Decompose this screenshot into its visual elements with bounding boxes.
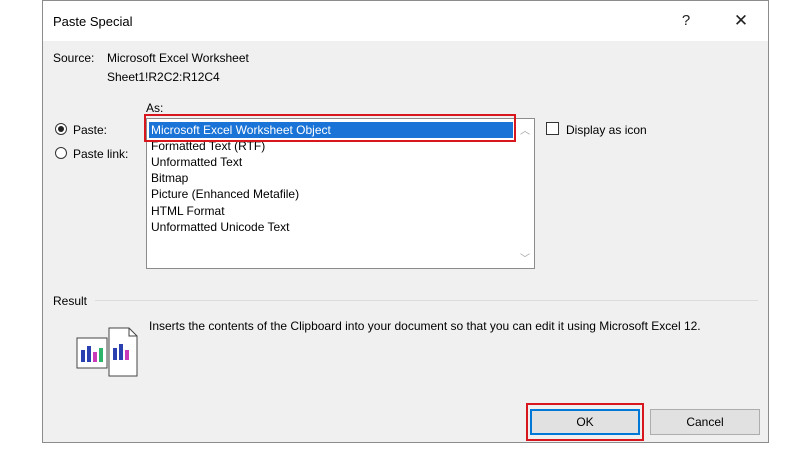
paste-object-icon [76, 327, 138, 377]
cancel-button[interactable]: Cancel [650, 409, 760, 435]
paste-special-dialog: Paste Special ? ✕ Source: Microsoft Exce… [42, 0, 769, 443]
as-label: As: [146, 101, 164, 115]
result-label: Result [53, 294, 92, 308]
source-range: Sheet1!R2C2:R12C4 [107, 70, 220, 84]
list-item[interactable]: Picture (Enhanced Metafile) [149, 186, 299, 202]
chevron-down-icon[interactable]: ﹀ [520, 250, 530, 265]
chevron-up-icon[interactable]: ︿ [520, 122, 530, 137]
title-bar: Paste Special ? ✕ [43, 1, 768, 41]
display-as-icon-checkbox[interactable] [546, 122, 559, 135]
list-item[interactable]: HTML Format [149, 203, 225, 219]
paste-link-radio-label[interactable]: Paste link: [73, 147, 128, 161]
close-button[interactable]: ✕ [723, 7, 759, 35]
list-item[interactable]: Unformatted Unicode Text [149, 219, 290, 235]
source-label: Source: [53, 51, 95, 65]
paste-radio[interactable] [55, 123, 67, 135]
result-description: Inserts the contents of the Clipboard in… [149, 319, 701, 333]
list-item[interactable]: Unformatted Text [149, 154, 242, 170]
result-separator [95, 300, 758, 301]
list-item[interactable]: Bitmap [149, 170, 188, 186]
help-button[interactable]: ? [669, 7, 703, 35]
display-as-icon-label[interactable]: Display as icon [566, 123, 647, 137]
paste-link-radio[interactable] [55, 147, 67, 159]
listbox-scrollbar[interactable]: ︿ ﹀ [517, 119, 534, 268]
dialog-title: Paste Special [53, 14, 133, 29]
paste-radio-label[interactable]: Paste: [73, 123, 107, 137]
selected-item-highlight [144, 114, 516, 142]
ok-button-highlight [526, 403, 644, 441]
source-name: Microsoft Excel Worksheet [107, 51, 249, 65]
